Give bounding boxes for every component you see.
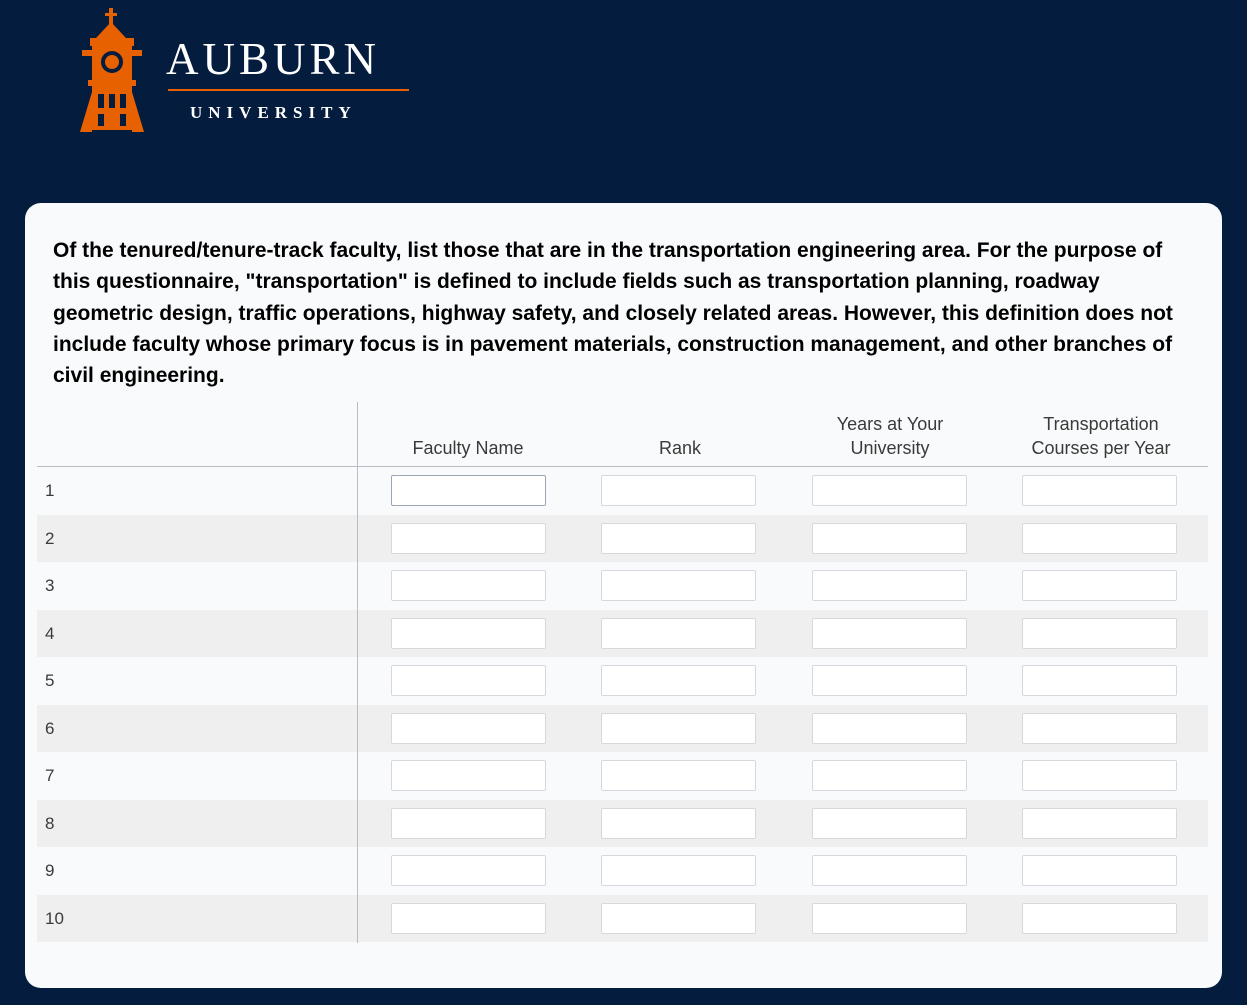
row-label: 7	[45, 766, 55, 785]
years-input[interactable]	[812, 570, 967, 601]
courses-input[interactable]	[1022, 617, 1177, 649]
table-row: 6	[37, 704, 1208, 752]
row-label: 9	[45, 861, 55, 880]
row-label: 10	[45, 908, 64, 928]
logo-subtitle: UNIVERSITY	[190, 103, 357, 122]
logo-wordmark: AUBURN	[166, 34, 381, 84]
rank-input[interactable]	[601, 807, 756, 839]
years-input[interactable]	[812, 522, 967, 554]
faculty-name-input[interactable]	[391, 712, 546, 744]
row-label: 5	[45, 671, 55, 690]
rank-input[interactable]	[601, 665, 756, 696]
faculty-name-input[interactable]	[391, 617, 546, 649]
table-row: 8	[37, 799, 1208, 847]
courses-input[interactable]	[1022, 902, 1177, 934]
faculty-name-input[interactable]	[391, 902, 546, 934]
faculty-name-input[interactable]	[391, 570, 546, 601]
table-row: 9	[37, 847, 1208, 894]
rank-input[interactable]	[601, 855, 756, 886]
table-row: 5	[37, 657, 1208, 704]
faculty-name-input[interactable]	[391, 522, 546, 554]
rank-input[interactable]	[601, 712, 756, 744]
faculty-matrix: Faculty Name Rank Years at Your Universi…	[37, 402, 1208, 943]
courses-input[interactable]	[1022, 760, 1177, 791]
table-row: 1	[37, 467, 1208, 514]
years-input[interactable]	[812, 807, 967, 839]
faculty-name-input[interactable]	[391, 665, 546, 696]
rank-input[interactable]	[601, 617, 756, 649]
table-row: 4	[37, 609, 1208, 657]
row-label: 4	[45, 623, 55, 643]
row-label: 2	[45, 528, 55, 548]
rank-input[interactable]	[601, 522, 756, 554]
years-input[interactable]	[812, 617, 967, 649]
years-input[interactable]	[812, 855, 967, 886]
question-text: Of the tenured/tenure-track faculty, lis…	[53, 239, 1173, 388]
column-header-faculty-name: Faculty Name	[412, 438, 524, 458]
courses-input[interactable]	[1022, 475, 1177, 506]
row-label: 3	[45, 576, 55, 595]
row-label: 8	[45, 813, 55, 833]
faculty-name-input[interactable]	[391, 855, 546, 886]
years-input[interactable]	[812, 665, 967, 696]
column-header-years: Years at Your University	[836, 414, 944, 458]
column-header-courses: Transportation Courses per Year	[1031, 414, 1171, 458]
courses-input[interactable]	[1022, 665, 1177, 696]
years-input[interactable]	[812, 902, 967, 934]
rank-input[interactable]	[601, 760, 756, 791]
question-card: Of the tenured/tenure-track faculty, lis…	[25, 203, 1222, 988]
rank-input[interactable]	[601, 902, 756, 934]
table-row: 2	[37, 514, 1208, 562]
faculty-name-input[interactable]	[391, 475, 546, 506]
logo-divider	[168, 89, 409, 91]
header: AUBURN UNIVERSITY	[0, 0, 1247, 200]
courses-input[interactable]	[1022, 855, 1177, 886]
table-row: 3	[37, 562, 1208, 609]
clock-tower-logo-icon	[80, 8, 144, 132]
rank-input[interactable]	[601, 570, 756, 601]
row-label: 6	[45, 718, 55, 738]
courses-input[interactable]	[1022, 570, 1177, 601]
faculty-name-input[interactable]	[391, 807, 546, 839]
column-header-rank: Rank	[658, 438, 702, 458]
table-row: 10	[37, 894, 1208, 942]
years-input[interactable]	[812, 712, 967, 744]
matrix-header: Faculty Name Rank Years at Your Universi…	[37, 402, 1208, 467]
courses-input[interactable]	[1022, 522, 1177, 554]
courses-input[interactable]	[1022, 712, 1177, 744]
years-input[interactable]	[812, 475, 967, 506]
years-input[interactable]	[812, 760, 967, 791]
table-row: 7	[37, 752, 1208, 799]
column-divider	[357, 402, 358, 943]
faculty-name-input[interactable]	[391, 760, 546, 791]
courses-input[interactable]	[1022, 807, 1177, 839]
row-label: 1	[45, 481, 55, 500]
rank-input[interactable]	[601, 475, 756, 506]
